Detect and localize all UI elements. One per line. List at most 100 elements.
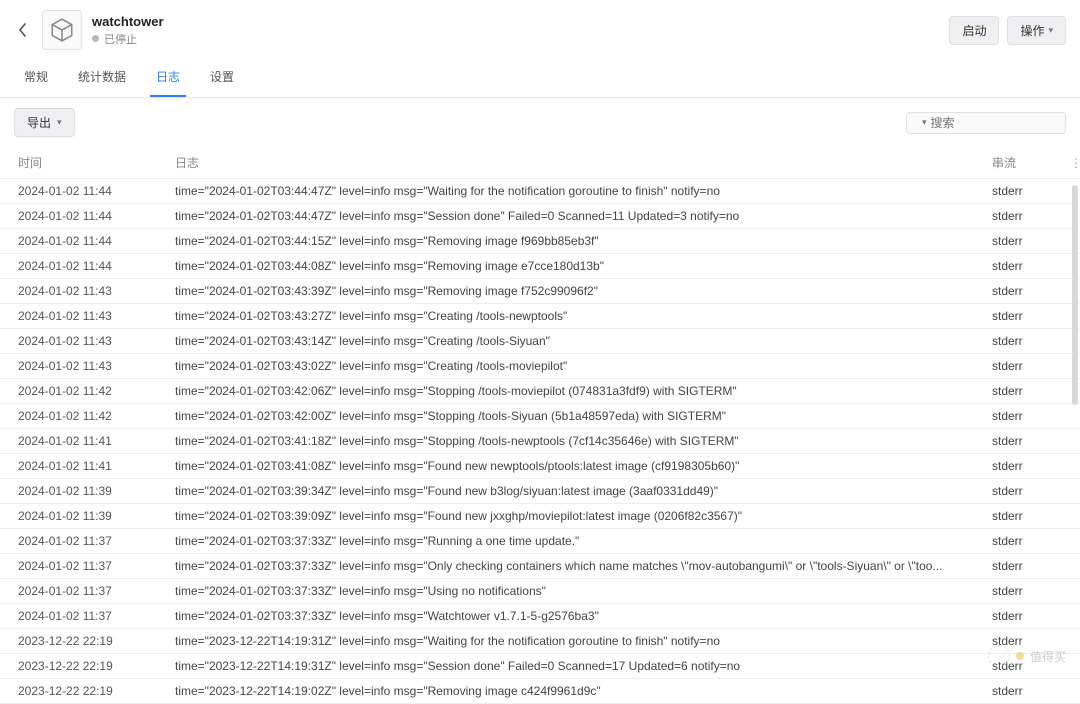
table-row[interactable]: 2024-01-02 11:42time="2024-01-02T03:42:0… [0, 379, 1080, 404]
cell-stream: stderr [982, 304, 1060, 328]
table-row[interactable]: 2024-01-02 11:41time="2024-01-02T03:41:0… [0, 454, 1080, 479]
cell-stream: stderr [982, 529, 1060, 553]
cell-stream: stderr [982, 404, 1060, 428]
title-block: watchtower 已停止 [92, 14, 164, 47]
table-row[interactable]: 2024-01-02 11:43time="2024-01-02T03:43:0… [0, 354, 1080, 379]
actions-button-label: 操作 [1020, 22, 1044, 39]
cell-time: 2024-01-02 11:39 [0, 479, 165, 503]
cell-time: 2024-01-02 11:37 [0, 579, 165, 603]
header-left: watchtower 已停止 [14, 10, 164, 50]
cell-log: time="2024-01-02T03:37:33Z" level=info m… [165, 529, 982, 553]
start-button[interactable]: 启动 [949, 16, 999, 45]
table-row[interactable]: 2024-01-02 11:44time="2024-01-02T03:44:0… [0, 254, 1080, 279]
table-row[interactable]: 2024-01-02 11:43time="2024-01-02T03:43:1… [0, 329, 1080, 354]
table-options-icon[interactable]: ⋮ [1060, 149, 1080, 177]
tab-logs[interactable]: 日志 [150, 62, 186, 97]
actions-dropdown-button[interactable]: 操作 ▾ [1007, 16, 1066, 45]
table-row[interactable]: 2024-01-02 11:37time="2024-01-02T03:37:3… [0, 604, 1080, 629]
cell-spacer [1060, 536, 1080, 546]
table-row[interactable]: 2024-01-02 11:44time="2024-01-02T03:44:4… [0, 204, 1080, 229]
cell-stream: stderr [982, 679, 1060, 703]
scrollbar-thumb[interactable] [1072, 185, 1078, 405]
cell-time: 2024-01-02 11:43 [0, 279, 165, 303]
chevron-down-icon: ▾ [1048, 25, 1053, 36]
container-icon [42, 10, 82, 50]
table-row[interactable]: 2023-12-22 22:19time="2023-12-22T14:19:0… [0, 679, 1080, 704]
export-button-label: 导出 [27, 114, 51, 131]
cell-time: 2024-01-02 11:43 [0, 329, 165, 353]
table-row[interactable]: 2024-01-02 11:39time="2024-01-02T03:39:3… [0, 479, 1080, 504]
cell-spacer [1060, 686, 1080, 696]
table-row[interactable]: 2023-12-22 22:19time="2023-12-22T14:19:3… [0, 654, 1080, 679]
cell-log: time="2024-01-02T03:41:08Z" level=info m… [165, 454, 982, 478]
table-row[interactable]: 2023-12-22 22:19time="2023-12-22T14:19:3… [0, 629, 1080, 654]
table-row[interactable]: 2024-01-02 11:41time="2024-01-02T03:41:1… [0, 429, 1080, 454]
table-row[interactable]: 2024-01-02 11:39time="2024-01-02T03:39:0… [0, 504, 1080, 529]
status-indicator-icon [92, 35, 99, 42]
cell-log: time="2023-12-22T14:19:31Z" level=info m… [165, 654, 982, 678]
status-text: 已停止 [104, 31, 137, 47]
cell-time: 2023-12-22 22:19 [0, 629, 165, 653]
cell-log: time="2024-01-02T03:42:06Z" level=info m… [165, 379, 982, 403]
column-header-stream[interactable]: 串流 [982, 147, 1060, 178]
cell-log: time="2024-01-02T03:37:33Z" level=info m… [165, 554, 982, 578]
cell-spacer [1060, 636, 1080, 646]
cell-log: time="2024-01-02T03:43:27Z" level=info m… [165, 304, 982, 328]
cell-stream: stderr [982, 579, 1060, 603]
cell-log: time="2023-12-22T14:19:31Z" level=info m… [165, 629, 982, 653]
back-button[interactable] [14, 21, 32, 39]
status-row: 已停止 [92, 31, 164, 47]
cell-spacer [1060, 486, 1080, 496]
cell-log: time="2023-12-22T14:19:02Z" level=info m… [165, 679, 982, 703]
column-header-log[interactable]: 日志 [165, 147, 982, 178]
table-row[interactable]: 2024-01-02 11:43time="2024-01-02T03:43:2… [0, 304, 1080, 329]
table-row[interactable]: 2024-01-02 11:37time="2024-01-02T03:37:3… [0, 554, 1080, 579]
cell-time: 2024-01-02 11:44 [0, 254, 165, 278]
cell-log: time="2024-01-02T03:42:00Z" level=info m… [165, 404, 982, 428]
cell-time: 2024-01-02 11:42 [0, 404, 165, 428]
export-button[interactable]: 导出 ▾ [14, 108, 75, 137]
search-input[interactable] [931, 116, 1080, 130]
table-row[interactable]: 2024-01-02 11:44time="2024-01-02T03:44:1… [0, 229, 1080, 254]
table-body: 2024-01-02 11:44time="2024-01-02T03:44:4… [0, 179, 1080, 704]
cell-time: 2024-01-02 11:44 [0, 204, 165, 228]
cell-time: 2024-01-02 11:41 [0, 454, 165, 478]
cell-stream: stderr [982, 204, 1060, 228]
table-row[interactable]: 2024-01-02 11:37time="2024-01-02T03:37:3… [0, 579, 1080, 604]
table-row[interactable]: 2024-01-02 11:37time="2024-01-02T03:37:3… [0, 529, 1080, 554]
tab-general[interactable]: 常规 [18, 62, 54, 97]
cell-stream: stderr [982, 279, 1060, 303]
table-row[interactable]: 2024-01-02 11:42time="2024-01-02T03:42:0… [0, 404, 1080, 429]
cell-time: 2024-01-02 11:43 [0, 354, 165, 378]
chevron-left-icon [18, 23, 28, 37]
table-row[interactable]: 2024-01-02 11:43time="2024-01-02T03:43:3… [0, 279, 1080, 304]
cell-time: 2024-01-02 11:37 [0, 604, 165, 628]
cell-stream: stderr [982, 654, 1060, 678]
cell-stream: stderr [982, 354, 1060, 378]
chevron-down-icon: ▾ [57, 117, 62, 128]
logs-table: 时间 日志 串流 ⋮ 2024-01-02 11:44time="2024-01… [0, 147, 1080, 704]
cell-spacer [1060, 661, 1080, 671]
cell-time: 2024-01-02 11:42 [0, 379, 165, 403]
cell-log: time="2024-01-02T03:44:08Z" level=info m… [165, 254, 982, 278]
start-button-label: 启动 [962, 22, 986, 39]
cell-spacer [1060, 411, 1080, 421]
cell-spacer [1060, 461, 1080, 471]
column-header-time[interactable]: 时间 [0, 147, 165, 178]
cell-log: time="2024-01-02T03:37:33Z" level=info m… [165, 604, 982, 628]
cell-time: 2024-01-02 11:41 [0, 429, 165, 453]
search-field-wrap[interactable]: ▾ [906, 112, 1066, 134]
tab-stats[interactable]: 统计数据 [72, 62, 132, 97]
tab-settings[interactable]: 设置 [204, 62, 240, 97]
cell-spacer [1060, 586, 1080, 596]
cell-log: time="2024-01-02T03:37:33Z" level=info m… [165, 579, 982, 603]
table-row[interactable]: 2024-01-02 11:44time="2024-01-02T03:44:4… [0, 179, 1080, 204]
cell-stream: stderr [982, 179, 1060, 203]
cell-log: time="2024-01-02T03:44:47Z" level=info m… [165, 179, 982, 203]
cell-stream: stderr [982, 629, 1060, 653]
cell-spacer [1060, 436, 1080, 446]
logs-toolbar: 导出 ▾ ▾ [0, 98, 1080, 147]
cell-stream: stderr [982, 504, 1060, 528]
cell-log: time="2024-01-02T03:44:15Z" level=info m… [165, 229, 982, 253]
cell-spacer [1060, 561, 1080, 571]
